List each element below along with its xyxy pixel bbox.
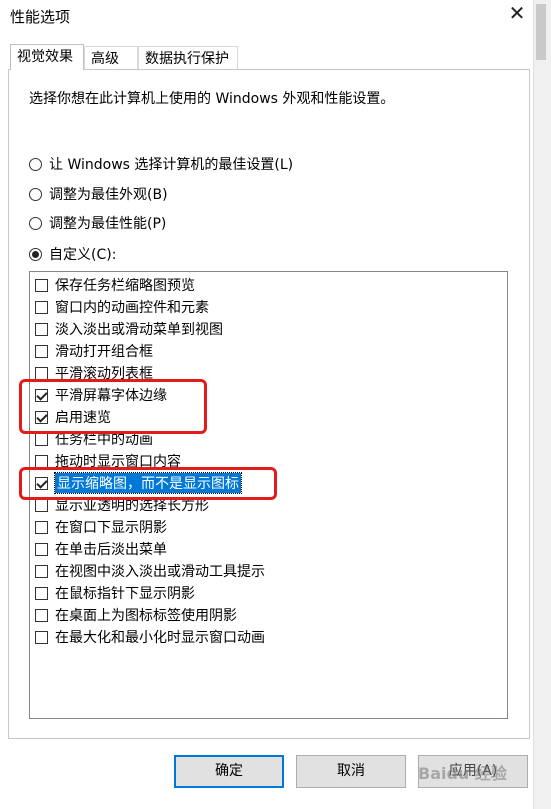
checkbox-icon[interactable] [35,300,48,314]
list-item[interactable]: 在单击后淡出菜单 [35,539,167,559]
watermark-logo: Baidu 经验 [418,764,507,783]
list-item[interactable]: 在窗口下显示阴影 [35,517,167,537]
description-text: 选择你想在此计算机上使用的 Windows 外观和性能设置。 [29,91,395,107]
list-item[interactable]: 在桌面上为图标标签使用阴影 [35,605,237,625]
list-item-label: 在鼠标指针下显示阴影 [55,586,195,602]
list-item[interactable]: 保存任务栏缩略图预览 [35,275,195,295]
radio-option[interactable]: 自定义(C): [29,243,116,265]
checkbox-icon[interactable] [35,322,48,336]
list-item[interactable]: 在视图中淡入淡出或滑动工具提示 [35,561,265,581]
radio-option[interactable]: 调整为最佳性能(P) [29,212,166,234]
scrollbar-thumb[interactable] [536,4,546,60]
checkbox-icon[interactable] [35,586,48,600]
ok-button[interactable]: 确定 [174,755,284,788]
checkbox-icon[interactable] [35,564,48,578]
checkbox-icon[interactable] [35,432,48,446]
list-item[interactable]: 滑动打开组合框 [35,341,153,361]
list-item[interactable]: 在鼠标指针下显示阴影 [35,583,195,603]
list-item-label: 在窗口下显示阴影 [55,520,167,536]
list-item-label: 在桌面上为图标标签使用阴影 [55,608,237,624]
radio-button-icon[interactable] [29,187,42,201]
list-item[interactable]: 窗口内的动画控件和元素 [35,297,209,317]
radio-button-icon[interactable] [29,247,42,261]
radio-button-icon[interactable] [29,157,42,171]
list-item-label: 淡入淡出或滑动菜单到视图 [55,322,223,338]
window-title: 性能选项 [10,8,71,26]
checkbox-icon[interactable] [35,366,48,380]
highlight-box-font-peek [19,379,207,434]
checkbox-icon[interactable] [35,608,48,622]
list-item[interactable]: 在最大化和最小化时显示窗口动画 [35,627,265,647]
checkbox-icon[interactable] [35,520,48,534]
checkbox-icon[interactable] [35,344,48,358]
list-item-label: 窗口内的动画控件和元素 [55,300,209,316]
list-item-label: 滑动打开组合框 [55,344,153,360]
tab-visual-effects[interactable]: 视觉效果 [10,44,84,70]
list-item-label: 在视图中淡入淡出或滑动工具提示 [55,564,265,580]
checkbox-icon[interactable] [35,278,48,292]
checkbox-icon[interactable] [35,542,48,556]
list-item-label: 在单击后淡出菜单 [55,542,167,558]
cancel-button[interactable]: 取消 [296,755,406,788]
highlight-box-thumbnails [19,467,277,500]
checkbox-icon[interactable] [35,454,48,468]
radio-label: 调整为最佳性能(P) [49,216,167,232]
tab-advanced[interactable]: 高级 [84,46,138,70]
list-item-label: 在最大化和最小化时显示窗口动画 [55,630,265,646]
checkbox-icon[interactable] [35,498,48,512]
radio-label: 调整为最佳外观(B) [49,187,168,203]
radio-button-icon[interactable] [29,216,42,230]
list-item-label: 保存任务栏缩略图预览 [55,278,195,294]
radio-option[interactable]: 调整为最佳外观(B) [29,183,168,205]
radio-label: 让 Windows 选择计算机的最佳设置(L) [49,157,294,173]
radio-label: 自定义(C): [49,247,117,263]
radio-option[interactable]: 让 Windows 选择计算机的最佳设置(L) [29,153,293,175]
scrollbar[interactable] [533,0,551,809]
checkbox-icon[interactable] [35,630,48,644]
list-item[interactable]: 淡入淡出或滑动菜单到视图 [35,319,223,339]
tab-dep[interactable]: 数据执行保护 [138,46,238,70]
close-icon[interactable]: ✕ [506,2,528,24]
